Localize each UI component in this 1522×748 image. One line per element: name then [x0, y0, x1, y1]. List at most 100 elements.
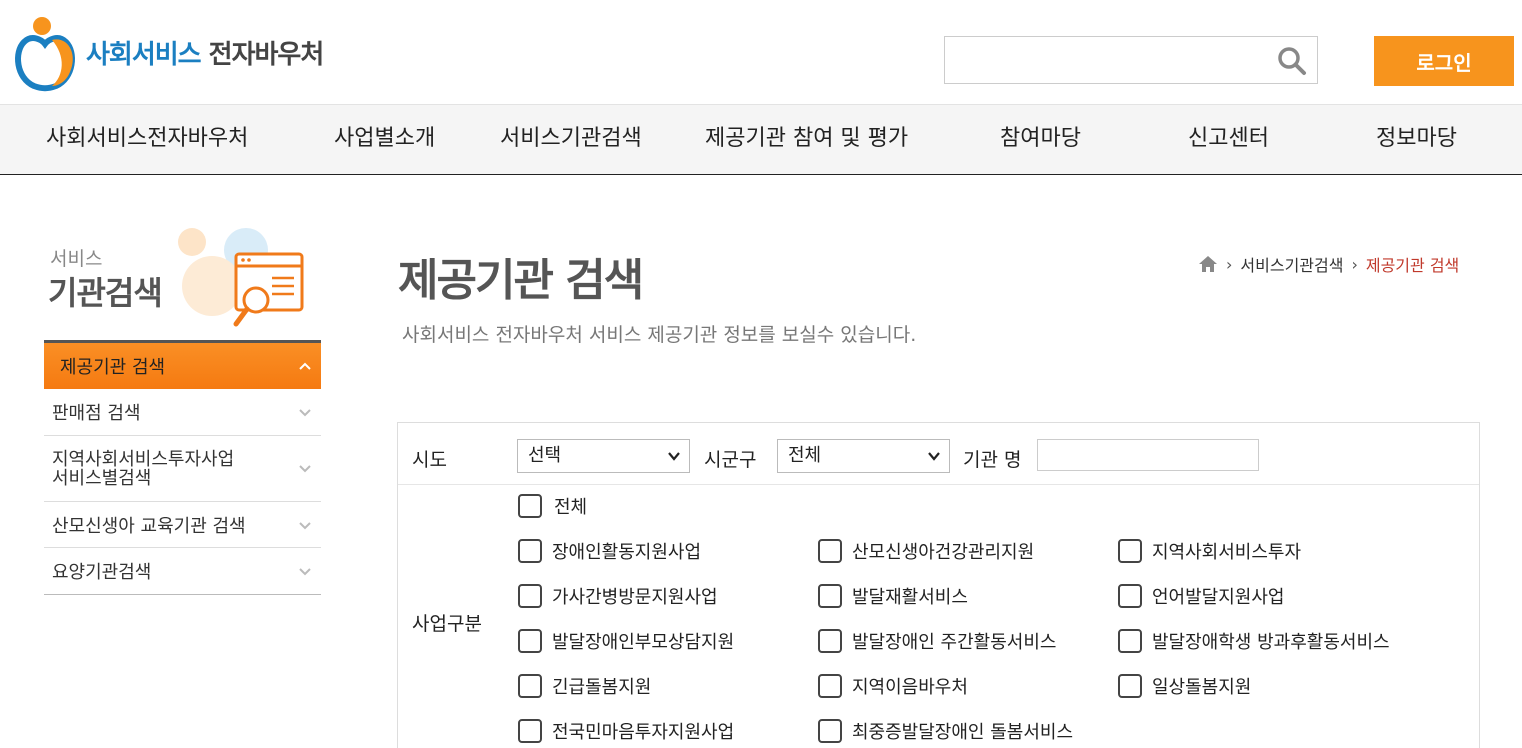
global-search: [944, 36, 1318, 84]
side-item-maternity-education[interactable]: 산모신생아 교육기관 검색: [44, 502, 321, 548]
chevron-down-icon: [299, 568, 311, 576]
side-item-label: 산모신생아 교육기관 검색: [52, 515, 246, 537]
side-item-label: 판매점 검색: [52, 403, 141, 424]
breadcrumb: › 서비스기관검색 › 제공기관 검색: [1198, 252, 1459, 276]
chevron-down-icon: [299, 465, 311, 473]
checkbox-label: 발달장애인 주간활동서비스: [852, 632, 1057, 653]
checkbox-box[interactable]: [518, 674, 542, 698]
chevron-up-icon: [299, 362, 311, 370]
side-menu: 제공기관 검색 판매점 검색 지역사회서비스투자사업 서비스별검색 산모신생아 …: [44, 343, 321, 595]
sigungu-label: 시군구: [704, 449, 757, 471]
checkbox-label: 산모신생아건강관리지원: [852, 542, 1035, 563]
org-name-label: 기관 명: [963, 449, 1022, 471]
checkbox-item[interactable]: 지역사회서비스투자: [1118, 538, 1301, 564]
logo-text-dark: 전자바우처: [208, 39, 325, 70]
breadcrumb-current: 제공기관 검색: [1365, 256, 1460, 275]
nav-participation[interactable]: 참여마당: [1000, 105, 1081, 175]
sido-label: 시도: [412, 449, 447, 471]
side-item-label: 지역사회서비스투자사업 서비스별검색: [52, 448, 235, 489]
checkbox-all[interactable]: 전체: [518, 493, 587, 519]
sigungu-select-value: 전체: [788, 445, 822, 466]
checkbox-item[interactable]: 긴급돌봄지원: [518, 673, 651, 699]
search-illustration-icon: [178, 228, 304, 327]
checkbox-item[interactable]: 장애인활동지원사업: [518, 538, 701, 564]
nav-service-org-search[interactable]: 서비스기관검색: [500, 105, 642, 175]
checkbox-item[interactable]: 언어발달지원사업: [1118, 583, 1284, 609]
side-item-care-facility[interactable]: 요양기관검색: [44, 548, 321, 595]
checkbox-item[interactable]: 발달장애인부모상담지원: [518, 628, 734, 654]
checkbox-box[interactable]: [518, 539, 542, 563]
nav-social-voucher[interactable]: 사회서비스전자바우처: [46, 105, 248, 175]
checkbox-label: 발달장애학생 방과후활동서비스: [1152, 632, 1390, 653]
main-navigation: 사회서비스전자바우처 사업별소개 서비스기관검색 제공기관 참여 및 평가 참여…: [0, 104, 1522, 175]
sigungu-select[interactable]: 전체: [777, 439, 950, 473]
lnb-title: 서비스 기관검색: [44, 220, 324, 342]
org-name-input[interactable]: [1037, 439, 1259, 471]
search-form: 시도 선택 시군구 전체 기관 명 사업구분 전체 장애인활동지원사업 산모신생…: [397, 422, 1480, 748]
nav-report-center[interactable]: 신고센터: [1188, 105, 1269, 175]
checkbox-item[interactable]: 발달장애인 주간활동서비스: [818, 628, 1056, 654]
checkbox-label: 언어발달지원사업: [1152, 587, 1285, 608]
checkbox-label: 전국민마음투자지원사업: [552, 722, 735, 743]
page-description: 사회서비스 전자바우처 서비스 제공기관 정보를 보실수 있습니다.: [402, 324, 917, 346]
chevron-down-icon: [299, 521, 311, 529]
checkbox-item[interactable]: 발달재활서비스: [818, 583, 968, 609]
logo-mark-icon: [12, 12, 82, 92]
business-type-label: 사업구분: [412, 613, 482, 635]
login-button[interactable]: 로그인: [1374, 36, 1514, 86]
checkbox-item[interactable]: 지역이음바우처: [818, 673, 968, 699]
side-item-store-search[interactable]: 판매점 검색: [44, 389, 321, 436]
side-item-label: 제공기관 검색: [60, 357, 166, 378]
side-item-provider-search[interactable]: 제공기관 검색: [44, 343, 321, 389]
checkbox-label: 가사간병방문지원사업: [552, 587, 718, 608]
chevron-down-icon: [299, 409, 311, 417]
nav-information[interactable]: 정보마당: [1376, 105, 1457, 175]
nav-provider-participation[interactable]: 제공기관 참여 및 평가: [705, 105, 908, 175]
side-item-label: 요양기관검색: [52, 562, 152, 583]
checkbox-box[interactable]: [518, 629, 542, 653]
breadcrumb-item[interactable]: 서비스기관검색: [1240, 252, 1343, 276]
checkbox-box[interactable]: [818, 629, 842, 653]
checkbox-box[interactable]: [1118, 539, 1142, 563]
checkbox-item[interactable]: 일상돌봄지원: [1118, 673, 1251, 699]
checkbox-box[interactable]: [518, 584, 542, 608]
global-search-input[interactable]: [945, 37, 1265, 83]
side-item-community-service[interactable]: 지역사회서비스투자사업 서비스별검색: [44, 436, 321, 502]
checkbox-box[interactable]: [1118, 629, 1142, 653]
checkbox-box[interactable]: [518, 494, 542, 518]
checkbox-label: 긴급돌봄지원: [552, 677, 652, 698]
nav-business-intro[interactable]: 사업별소개: [334, 105, 435, 175]
breadcrumb-separator: ›: [1351, 254, 1358, 274]
site-logo[interactable]: 사회서비스 전자바우처: [12, 12, 325, 92]
lnb-title-small: 서비스: [50, 248, 103, 270]
sido-select[interactable]: 선택: [517, 439, 690, 473]
checkbox-item[interactable]: 산모신생아건강관리지원: [818, 538, 1034, 564]
logo-text-blue: 사회서비스: [86, 39, 202, 70]
logo-text: 사회서비스 전자바우처: [86, 34, 325, 71]
chevron-down-icon: [668, 452, 680, 461]
sido-select-value: 선택: [528, 445, 562, 466]
checkbox-box[interactable]: [518, 719, 542, 743]
checkbox-item[interactable]: 전국민마음투자지원사업: [518, 718, 734, 744]
checkbox-box[interactable]: [1118, 584, 1142, 608]
checkbox-label: 지역사회서비스투자: [1152, 542, 1302, 563]
page-title: 제공기관 검색: [398, 255, 644, 306]
search-icon[interactable]: [1277, 46, 1307, 76]
checkbox-box[interactable]: [818, 674, 842, 698]
site-header: 사회서비스 전자바우처 로그인: [0, 0, 1522, 104]
lnb-title-big: 기관검색: [48, 274, 163, 312]
checkbox-label: 장애인활동지원사업: [552, 542, 702, 563]
checkbox-item[interactable]: 최중증발달장애인 돌봄서비스: [818, 718, 1073, 744]
checkbox-box[interactable]: [818, 584, 842, 608]
checkbox-label: 발달장애인부모상담지원: [552, 632, 735, 653]
home-icon[interactable]: [1198, 255, 1218, 273]
checkbox-item[interactable]: 발달장애학생 방과후활동서비스: [1118, 628, 1390, 654]
checkbox-label: 지역이음바우처: [852, 677, 968, 698]
chevron-down-icon: [928, 452, 940, 461]
search-form-row-region: 시도 선택 시군구 전체 기관 명: [398, 423, 1479, 485]
checkbox-label: 전체: [554, 497, 588, 518]
checkbox-box[interactable]: [1118, 674, 1142, 698]
checkbox-box[interactable]: [818, 719, 842, 743]
checkbox-box[interactable]: [818, 539, 842, 563]
checkbox-item[interactable]: 가사간병방문지원사업: [518, 583, 718, 609]
